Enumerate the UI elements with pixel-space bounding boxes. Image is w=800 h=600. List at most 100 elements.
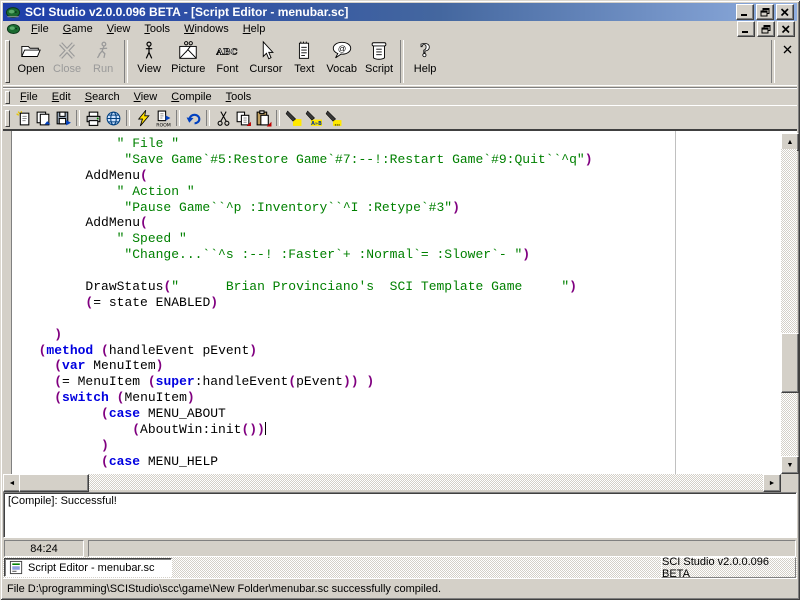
script-document-icon [9, 560, 24, 575]
code-editor[interactable]: " File " "Save Game`#5:Restore Game`#7:-… [3, 129, 797, 476]
svg-text:@: @ [338, 44, 346, 53]
menu-file[interactable]: File [24, 22, 56, 36]
vocab-resource-icon: @ [330, 40, 354, 62]
svg-text:...: ... [334, 120, 340, 127]
toolbar-gripper[interactable] [5, 40, 10, 83]
scrollbar-corner [781, 474, 797, 490]
menubar-gripper[interactable] [5, 91, 10, 104]
minimize-button[interactable] [736, 4, 754, 20]
menu-windows[interactable]: Windows [177, 22, 236, 36]
font-resource-icon: ABC [215, 40, 239, 62]
close-button[interactable] [776, 4, 794, 20]
vertical-scrollbar[interactable]: ▲ ▼ [781, 133, 797, 474]
menu-view[interactable]: View [100, 22, 138, 36]
title-bar: SCI Studio v2.0.0.096 BETA - [Script Edi… [3, 3, 797, 21]
toolbar-close-icon[interactable] [780, 42, 794, 56]
editor-toolbar-separator [206, 110, 210, 126]
svg-text:ROOM: ROOM [156, 122, 171, 127]
editor-toolbar-gripper[interactable] [5, 110, 10, 127]
status-message-panel [88, 540, 796, 557]
svg-text:A»B: A»B [311, 120, 322, 126]
replace-highlighter-icon[interactable]: A»B [303, 108, 323, 128]
close-doc-button[interactable]: Close [49, 38, 85, 85]
vertical-scroll-thumb[interactable] [781, 333, 799, 393]
restore-button[interactable] [756, 4, 774, 20]
picture-resource-button[interactable]: Picture [167, 38, 209, 85]
view-resource-icon [137, 40, 161, 62]
open-button[interactable]: Open [13, 38, 49, 85]
run-figure-icon [91, 40, 115, 62]
save-script-icon[interactable] [53, 108, 73, 128]
toolbar-separator [771, 40, 775, 83]
editor-menu-file[interactable]: File [13, 90, 45, 104]
main-toolbar: Open Close Run View Picture ABC Font Cur… [3, 38, 797, 86]
font-resource-button[interactable]: ABC Font [209, 38, 245, 85]
undo-icon[interactable] [183, 108, 203, 128]
editor-menu-edit[interactable]: Edit [45, 90, 78, 104]
editor-toolbar-separator [176, 110, 180, 126]
compiler-output-panel: [Compile]: Successful! [3, 492, 797, 538]
cut-icon[interactable] [213, 108, 233, 128]
help-button[interactable]: ? Help [407, 38, 443, 85]
editor-menu-view[interactable]: View [127, 90, 165, 104]
editor-toolbar-separator [76, 110, 80, 126]
highlighter-options-icon[interactable]: ... [323, 108, 343, 128]
scroll-right-icon[interactable]: ► [763, 474, 781, 492]
open-folder-icon [19, 40, 43, 62]
script-resource-button[interactable]: Script [361, 38, 397, 85]
menu-game[interactable]: Game [56, 22, 100, 36]
compile-icon[interactable] [133, 108, 153, 128]
picture-resource-icon [176, 40, 200, 62]
editor-gutter [3, 131, 12, 476]
document-taskbar: Script Editor - menubar.sc SCI Studio v2… [3, 557, 797, 578]
highlighter-icon[interactable] [283, 108, 303, 128]
cursor-resource-button[interactable]: Cursor [245, 38, 286, 85]
window-title: SCI Studio v2.0.0.096 BETA - [Script Edi… [25, 5, 736, 19]
cursor-position: 84:24 [30, 543, 58, 555]
run-button[interactable]: Run [85, 38, 121, 85]
print-icon[interactable] [83, 108, 103, 128]
editor-menu-tools[interactable]: Tools [219, 90, 259, 104]
open-script-icon[interactable] [33, 108, 53, 128]
message-bar: File D:\programming\SCIStudio\scc\game\N… [3, 578, 797, 598]
close-x-icon [55, 40, 79, 62]
toolbar-separator [124, 40, 128, 83]
compiler-output-text: [Compile]: Successful! [8, 495, 117, 507]
mdi-minimize-button[interactable] [737, 21, 755, 37]
toolbar-separator [400, 40, 404, 83]
right-margin-line [675, 131, 676, 476]
editor-menu-compile[interactable]: Compile [164, 90, 218, 104]
editor-toolbar-separator [126, 110, 130, 126]
view-resource-button[interactable]: View [131, 38, 167, 85]
web-icon[interactable] [103, 108, 123, 128]
horizontal-scroll-thumb[interactable] [19, 474, 89, 492]
script-resource-icon [367, 40, 391, 62]
horizontal-scrollbar[interactable]: ◄ ► [3, 474, 781, 490]
svg-text:ABC: ABC [216, 48, 238, 58]
mdi-close-button[interactable] [777, 21, 795, 37]
menu-help[interactable]: Help [236, 22, 273, 36]
menu-tools[interactable]: Tools [137, 22, 177, 36]
help-icon: ? [413, 40, 437, 62]
compile-room-icon[interactable]: ROOM [153, 108, 173, 128]
document-icon [6, 22, 21, 36]
code-lines: " File " "Save Game`#5:Restore Game`#7:-… [23, 136, 593, 470]
svg-text:?: ? [420, 42, 430, 62]
copy-icon[interactable] [233, 108, 253, 128]
editor-toolbar: ROOM A»B ... [3, 105, 797, 130]
new-script-icon[interactable] [13, 108, 33, 128]
mdi-restore-button[interactable] [757, 21, 775, 37]
paste-icon[interactable] [253, 108, 273, 128]
text-resource-icon [292, 40, 316, 62]
text-resource-button[interactable]: Text [286, 38, 322, 85]
app-window: SCI Studio v2.0.0.096 BETA - [Script Edi… [0, 0, 800, 600]
vocab-resource-button[interactable]: @ Vocab [322, 38, 361, 85]
cursor-resource-icon [254, 40, 278, 62]
editor-menu-bar: File Edit Search View Compile Tools [3, 87, 797, 106]
scroll-down-icon[interactable]: ▼ [781, 456, 799, 474]
editor-toolbar-separator [276, 110, 280, 126]
app-version-panel: SCI Studio v2.0.0.096 BETA [661, 557, 796, 578]
editor-menu-search[interactable]: Search [78, 90, 127, 104]
message-text: File D:\programming\SCIStudio\scc\game\N… [7, 583, 441, 595]
active-document-tab[interactable]: Script Editor - menubar.sc [4, 558, 172, 577]
